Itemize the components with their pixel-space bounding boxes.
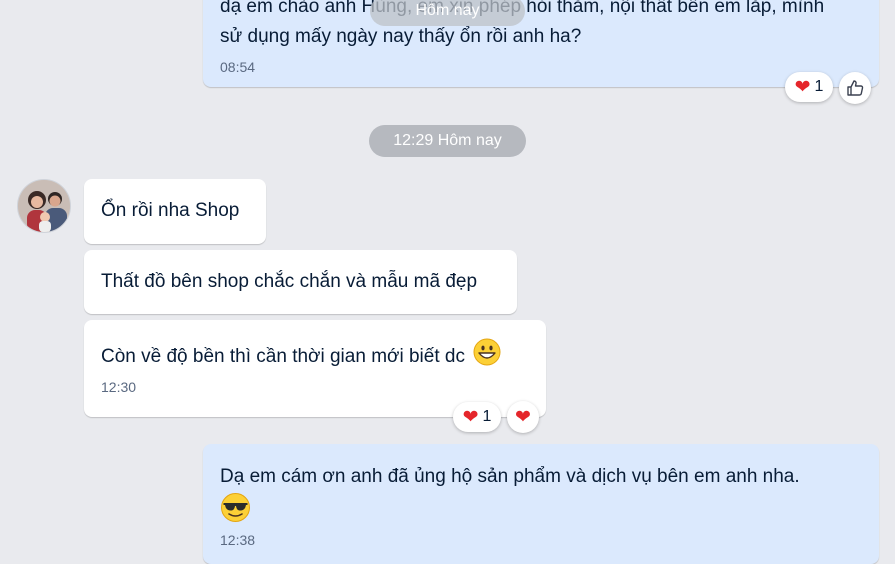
message-text: Còn về độ bền thì cần thời gian mới biết… bbox=[101, 346, 465, 367]
heart-icon: ❤ bbox=[515, 406, 531, 428]
message-time: 08:54 bbox=[220, 59, 256, 75]
date-separator: 12:29 Hôm nay bbox=[369, 125, 526, 157]
message-text: Thất đồ bên shop chắc chắn và mẫu mã đẹp bbox=[101, 271, 478, 292]
reaction-summary[interactable]: ❤ 1 bbox=[785, 72, 833, 102]
sunglasses-face-icon bbox=[221, 493, 250, 522]
floating-date-label: Hôm nay bbox=[370, 0, 525, 26]
message-time: 12:30 bbox=[101, 379, 137, 395]
heart-react-button[interactable]: ❤ bbox=[507, 401, 539, 433]
message-text-line: sử dụng mấy ngày nay thấy ổn rồi anh ha? bbox=[220, 26, 582, 47]
thumbs-up-icon bbox=[847, 80, 864, 96]
reaction-count: 1 bbox=[482, 408, 492, 425]
heart-icon: ❤ bbox=[462, 406, 479, 428]
message-text: Dạ em cám ơn anh đã ủng hộ sản phẩm và d… bbox=[220, 466, 800, 487]
incoming-message-bubble[interactable]: Ổn rồi nha Shop bbox=[84, 179, 266, 244]
message-time: 12:38 bbox=[220, 532, 256, 548]
avatar[interactable] bbox=[17, 179, 71, 233]
message-text: Ổn rồi nha Shop bbox=[101, 200, 240, 221]
like-button[interactable] bbox=[839, 72, 871, 104]
heart-icon: ❤ bbox=[794, 76, 811, 98]
message-text-line: dạ em chào anh Hùng, em xin phép hỏi thă… bbox=[220, 0, 825, 17]
incoming-message-bubble[interactable]: Thất đồ bên shop chắc chắn và mẫu mã đẹp bbox=[84, 250, 517, 314]
reaction-summary[interactable]: ❤ 1 bbox=[453, 402, 501, 432]
outgoing-message-bubble[interactable]: Dạ em cám ơn anh đã ủng hộ sản phẩm và d… bbox=[203, 444, 879, 564]
grinning-face-icon bbox=[473, 338, 501, 366]
reaction-count: 1 bbox=[814, 78, 824, 95]
avatar-photo bbox=[18, 180, 70, 232]
outgoing-message-bubble[interactable]: dạ em chào anh Hùng, em xin phép hỏi thă… bbox=[203, 0, 879, 87]
